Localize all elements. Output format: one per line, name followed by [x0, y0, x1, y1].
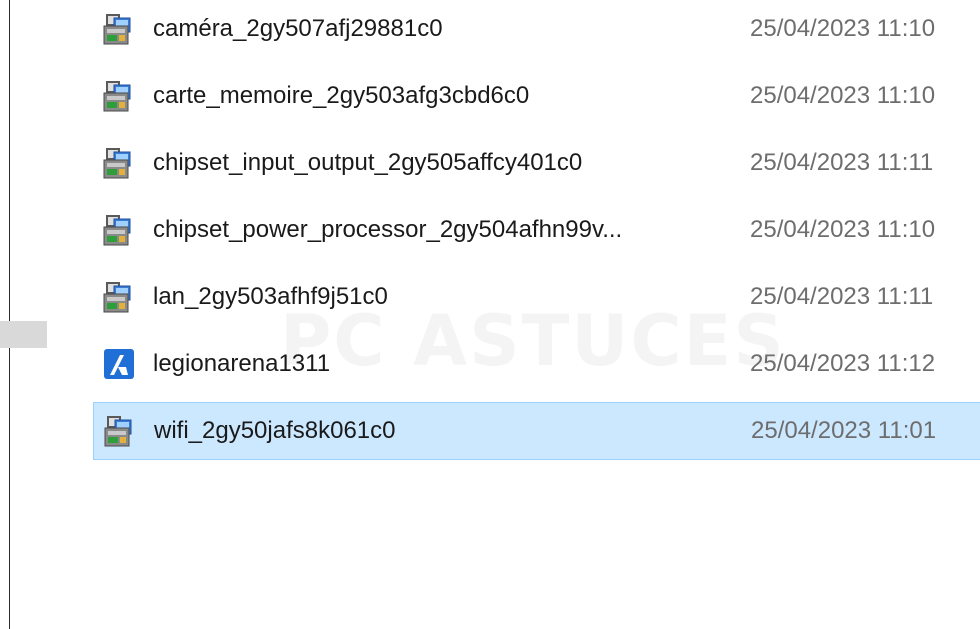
- installer-icon: [102, 79, 136, 113]
- file-date-modified: 25/04/2023 11:10: [750, 216, 936, 243]
- file-row[interactable]: chipset_input_output_2gy505affcy401c0 25/…: [93, 134, 980, 192]
- navigation-pane-edge: [0, 0, 10, 629]
- file-row[interactable]: legionarena1311 25/04/2023 11:12: [93, 335, 980, 393]
- file-date-modified: 25/04/2023 11:12: [750, 350, 936, 377]
- installer-icon: [103, 414, 137, 448]
- file-date-modified: 25/04/2023 11:01: [751, 417, 937, 444]
- installer-icon: [102, 12, 136, 46]
- installer-icon: [102, 280, 136, 314]
- file-row[interactable]: chipset_power_processor_2gy504afhn99v...…: [93, 201, 980, 259]
- navigation-pane-highlight[interactable]: [0, 321, 47, 348]
- file-name: wifi_2gy50jafs8k061c0: [154, 417, 396, 444]
- file-row[interactable]: carte_memoire_2gy503afg3cbd6c0 25/04/2023…: [93, 67, 980, 125]
- file-name: carte_memoire_2gy503afg3cbd6c0: [153, 82, 530, 109]
- file-date-modified: 25/04/2023 11:10: [750, 82, 936, 109]
- file-date-modified: 25/04/2023 11:11: [750, 283, 934, 310]
- file-explorer-window: PC ASTUCES caméra_2gy507afj29881c025/04/…: [0, 0, 980, 629]
- installer-icon: [102, 146, 136, 180]
- file-name: caméra_2gy507afj29881c0: [153, 15, 443, 42]
- file-name: lan_2gy503afhf9j51c0: [153, 283, 388, 310]
- installer-icon: [102, 213, 136, 247]
- app-shortcut-icon: [102, 347, 136, 381]
- file-name: legionarena1311: [153, 350, 331, 377]
- file-row[interactable]: lan_2gy503afhf9j51c0 25/04/2023 11:11: [93, 268, 980, 326]
- file-name: chipset_power_processor_2gy504afhn99v...: [153, 216, 623, 243]
- file-row[interactable]: wifi_2gy50jafs8k061c0 25/04/2023 11:01: [93, 402, 980, 460]
- file-name: chipset_input_output_2gy505affcy401c0: [153, 149, 583, 176]
- file-date-modified: 25/04/2023 11:11: [750, 149, 934, 176]
- file-date-modified: 25/04/2023 11:10: [750, 15, 936, 42]
- file-row[interactable]: caméra_2gy507afj29881c0 25/04/2023 11:10: [93, 0, 980, 58]
- file-list: caméra_2gy507afj29881c0 25/04/2023 11:10 …: [93, 0, 980, 469]
